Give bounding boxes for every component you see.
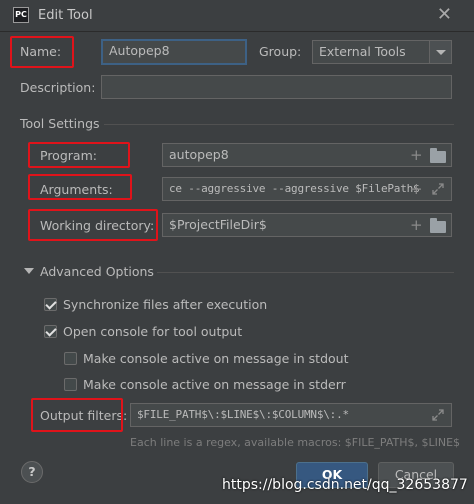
tool-settings-title: Tool Settings [20, 116, 100, 131]
folder-icon[interactable] [430, 218, 446, 233]
expand-icon[interactable] [432, 409, 444, 421]
working-directory-highlight-box [28, 209, 158, 241]
arguments-input[interactable]: ce --aggressive --aggressive $FilePath$ [162, 177, 452, 201]
working-directory-input[interactable]: $ProjectFileDir$ [162, 213, 452, 237]
title-bar: PC Edit Tool ✕ [0, 0, 474, 32]
tool-settings-separator [104, 124, 454, 125]
help-button[interactable]: ? [21, 461, 43, 483]
window-title: Edit Tool [38, 8, 93, 23]
program-input[interactable]: autopep8 [162, 143, 452, 167]
output-filters-hint: Each line is a regex, available macros: … [130, 436, 461, 449]
active-stdout-checkbox[interactable] [64, 352, 77, 365]
chevron-down-icon[interactable] [429, 41, 451, 63]
output-filters-highlight-box [31, 398, 123, 432]
open-console-label[interactable]: Open console for tool output [63, 324, 242, 339]
insert-macro-plus-icon[interactable]: + [410, 217, 423, 233]
active-stderr-label[interactable]: Make console active on message in stderr [83, 377, 346, 392]
active-stderr-checkbox[interactable] [64, 378, 77, 391]
description-input[interactable] [101, 75, 452, 99]
advanced-options-title[interactable]: Advanced Options [40, 264, 154, 279]
group-select-value: External Tools [319, 44, 406, 59]
insert-macro-plus-icon[interactable]: + [410, 147, 423, 163]
group-select[interactable]: External Tools [312, 40, 452, 64]
output-filters-input-value: $FILE_PATH$\:$LINE$\:$COLUMN$\:.* [137, 408, 349, 421]
folder-icon[interactable] [430, 148, 446, 163]
expand-icon[interactable] [432, 183, 444, 195]
watermark-text: https://blog.csdn.net/qq_32653877 [222, 477, 468, 493]
close-icon[interactable]: ✕ [437, 5, 452, 25]
description-label: Description: [20, 80, 96, 95]
output-filters-input[interactable]: $FILE_PATH$\:$LINE$\:$COLUMN$\:.* [130, 403, 452, 427]
arguments-input-value: ce --aggressive --aggressive $FilePath$ [169, 182, 420, 195]
collapse-triangle-icon[interactable] [24, 268, 34, 274]
program-input-value: autopep8 [169, 147, 229, 162]
name-highlight-box [10, 36, 74, 68]
open-console-checkbox[interactable] [44, 325, 57, 338]
program-highlight-box [28, 142, 130, 168]
pycharm-app-icon: PC [13, 7, 29, 23]
insert-macro-plus-icon[interactable]: + [410, 181, 423, 197]
active-stdout-label[interactable]: Make console active on message in stdout [83, 351, 349, 366]
advanced-options-separator [157, 272, 454, 273]
arguments-highlight-box [28, 174, 132, 200]
group-label: Group: [259, 44, 302, 59]
working-directory-input-value: $ProjectFileDir$ [169, 217, 267, 232]
name-input[interactable]: Autopep8 [101, 39, 247, 65]
sync-files-label[interactable]: Synchronize files after execution [63, 297, 267, 312]
sync-files-checkbox[interactable] [44, 298, 57, 311]
